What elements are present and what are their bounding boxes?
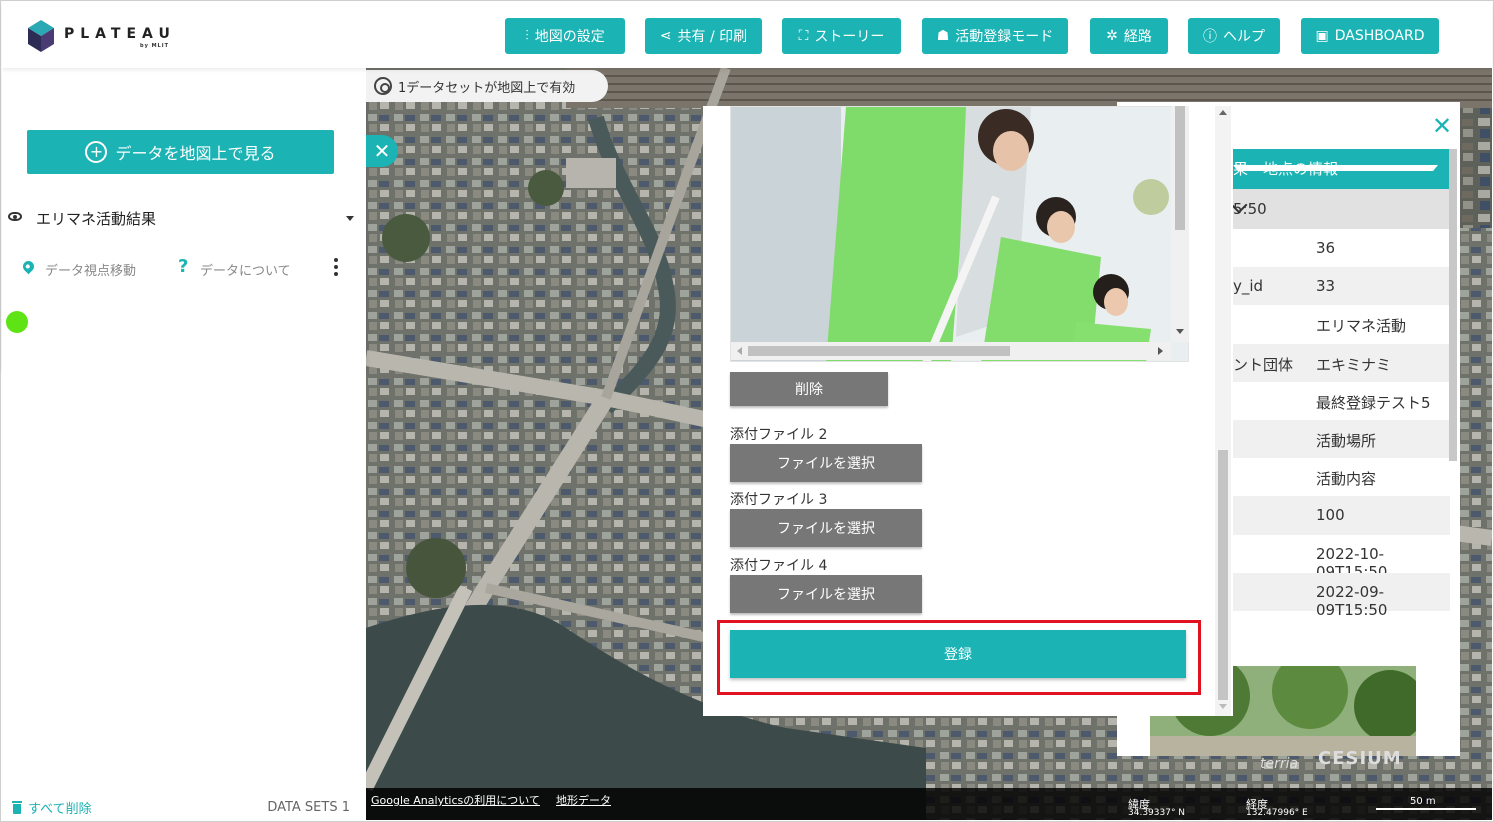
scroll-left-icon[interactable]	[737, 347, 742, 355]
app-header: PLATEAU by MLIT ⫶ 地図の設定 ⋖ 共有 / 印刷 ⛶ ストーリ…	[2, 2, 1492, 68]
story-button[interactable]: ⛶ ストーリー	[782, 18, 901, 54]
feature-info-header[interactable]: 果 - 地点の情報	[1231, 149, 1450, 189]
table-row: 活動内容	[1231, 458, 1450, 497]
more-vert-icon[interactable]	[334, 258, 338, 279]
table-row: エリマネ活動	[1231, 305, 1450, 344]
help-button[interactable]: ⓘ ヘルプ	[1188, 18, 1280, 54]
about-data-link[interactable]: データについて	[200, 260, 291, 279]
scroll-right-icon[interactable]	[1158, 347, 1163, 355]
plateau-logo-icon	[28, 20, 54, 52]
scroll-down-icon[interactable]	[1219, 704, 1227, 709]
delete-attachment-button[interactable]: 削除	[730, 372, 888, 406]
choose-file-4-button[interactable]: ファイルを選択	[730, 575, 922, 613]
attachment-4-label: 添付ファイル 4	[730, 558, 828, 574]
plus-circle-icon: +	[85, 141, 108, 163]
zoom-to-data-link[interactable]: データ視点移動	[45, 260, 136, 279]
caret-down-icon[interactable]	[346, 216, 354, 221]
route-button[interactable]: ✲ 経路	[1090, 18, 1168, 54]
table-row: y_id 33	[1231, 267, 1450, 306]
question-icon[interactable]: ?	[178, 256, 188, 277]
table-row: 36	[1231, 229, 1450, 268]
preview-vertical-thumb[interactable]	[1175, 106, 1185, 230]
close-icon[interactable]: ✕	[1432, 112, 1452, 140]
caret-down-icon	[1233, 165, 1438, 171]
choose-file-3-button[interactable]: ファイルを選択	[730, 509, 922, 547]
active-datasets-indicator[interactable]: 1データセットが地図上で有効	[366, 70, 608, 102]
activity-mode-button[interactable]: ☗ 活動登録モード	[922, 18, 1068, 54]
book-icon: ▣	[1315, 28, 1329, 44]
eye-icon[interactable]	[8, 212, 22, 221]
choose-file-2-button[interactable]: ファイルを選択	[730, 444, 922, 482]
table-row: ント団体 エキミナミ	[1231, 343, 1450, 382]
table-row: 2022-09-09T15:50	[1231, 572, 1450, 619]
dataset-title: エリマネ活動結果	[36, 210, 157, 228]
dataset-item[interactable]: エリマネ活動結果	[2, 202, 366, 236]
remove-all-button[interactable]: すべて削除	[12, 798, 92, 817]
datasets-count: DATA SETS 1	[267, 800, 350, 815]
map-settings-button[interactable]: ⫶ 地図の設定	[505, 18, 625, 54]
feature-time-row[interactable]: 5:50	[1230, 189, 1450, 229]
workbench-panel: + データを地図上で見る エリマネ活動結果 データ視点移動 ? データについて …	[2, 68, 366, 820]
trash-icon	[12, 801, 22, 814]
legend-dot	[6, 311, 28, 333]
route-icon: ✲	[1106, 28, 1118, 44]
sliders-icon: ⫶	[525, 28, 529, 44]
cesium-logo: CESIUM	[1318, 748, 1402, 769]
terrain-data-link[interactable]: 地形データ	[556, 792, 611, 808]
share-print-button[interactable]: ⋖ 共有 / 印刷	[645, 18, 762, 54]
table-row: 100	[1231, 496, 1450, 535]
latitude-value: 34.39337° N	[1128, 808, 1186, 818]
feature-properties-table: 36 y_id 33 エリマネ活動 ント団体 エキミナミ 最終登録テスト5 活動場所…	[1231, 229, 1450, 619]
dashboard-button[interactable]: ▣ DASHBOARD	[1301, 18, 1439, 54]
signal-icon	[374, 77, 392, 95]
volunteers-photo	[731, 107, 1188, 361]
table-row: 活動場所	[1231, 419, 1450, 459]
add-data-button[interactable]: + データを地図上で見る	[27, 130, 334, 174]
attachment-3-label: 添付ファイル 3	[730, 492, 828, 508]
scroll-down-icon[interactable]	[1176, 329, 1184, 334]
terria-logo: terria	[1260, 756, 1299, 772]
info-scrollbar[interactable]	[1449, 149, 1457, 461]
scale-label: 50 m	[1410, 796, 1436, 807]
logo-name: PLATEAU	[64, 26, 176, 42]
map-pin-icon[interactable]	[20, 258, 37, 275]
scale-bar	[1376, 808, 1476, 810]
logo-sub: by MLIT	[140, 43, 170, 49]
dataset-actions: データ視点移動 ? データについて	[2, 256, 366, 282]
table-row: 最終登録テスト5	[1231, 381, 1450, 420]
scroll-up-icon[interactable]	[1219, 110, 1227, 115]
table-row: 2022-10-09T15:50	[1231, 534, 1450, 581]
attachment-preview	[730, 106, 1189, 362]
group-icon: ☗	[936, 28, 950, 44]
analytics-link[interactable]: Google Analyticsの利用について	[371, 792, 540, 808]
help-icon: ⓘ	[1203, 29, 1217, 45]
longitude-value: 132.47996° E	[1246, 808, 1308, 818]
highlight-box	[717, 620, 1201, 695]
close-icon[interactable]: ✕	[366, 135, 398, 167]
share-icon: ⋖	[659, 28, 672, 44]
story-icon: ⛶	[798, 28, 809, 44]
dialog-scrollbar-thumb[interactable]	[1218, 450, 1228, 700]
preview-horizontal-thumb[interactable]	[748, 346, 1010, 356]
map-footer: Google Analyticsの利用について 地形データ 緯度 34.3933…	[366, 788, 1492, 820]
attachment-2-label: 添付ファイル 2	[730, 427, 828, 443]
